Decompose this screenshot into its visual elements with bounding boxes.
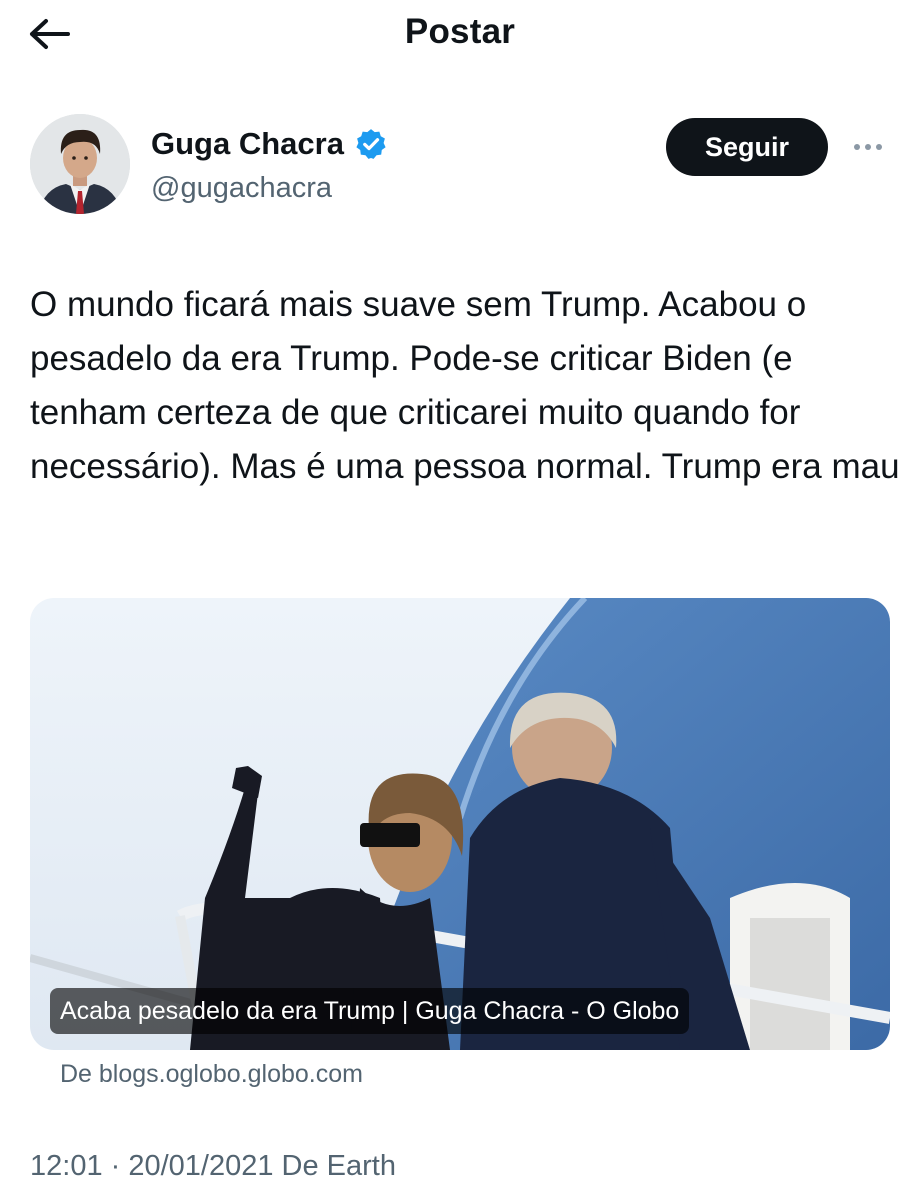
more-horizontal-icon: [854, 144, 860, 150]
more-horizontal-icon-dot: [876, 144, 882, 150]
author-handle[interactable]: @gugachacra: [151, 172, 332, 205]
post-text: O mundo ficará mais suave sem Trump. Aca…: [30, 285, 900, 486]
page-title: Postar: [404, 12, 516, 51]
author-name-row[interactable]: Guga Chacra: [151, 126, 388, 162]
avatar-photo: [30, 114, 130, 214]
author-name[interactable]: Guga Chacra: [151, 126, 344, 162]
link-preview-image: [30, 598, 890, 1050]
link-card-caption: Acaba pesadelo da era Trump | Guga Chacr…: [50, 988, 690, 1034]
post-timestamp: 12:01 · 20/01/2021 De Earth: [30, 1150, 396, 1182]
verified-badge-icon: [356, 129, 386, 159]
follow-button[interactable]: Seguir: [666, 118, 828, 176]
top-bar: Postar: [0, 0, 920, 68]
link-card-source[interactable]: De blogs.oglobo.globo.com: [60, 1060, 363, 1089]
link-preview-card[interactable]: Acaba pesadelo da era Trump | Guga Chacr…: [30, 598, 890, 1050]
more-horizontal-icon-dot: [865, 144, 871, 150]
avatar[interactable]: [30, 114, 130, 214]
more-options-button[interactable]: [846, 132, 890, 162]
